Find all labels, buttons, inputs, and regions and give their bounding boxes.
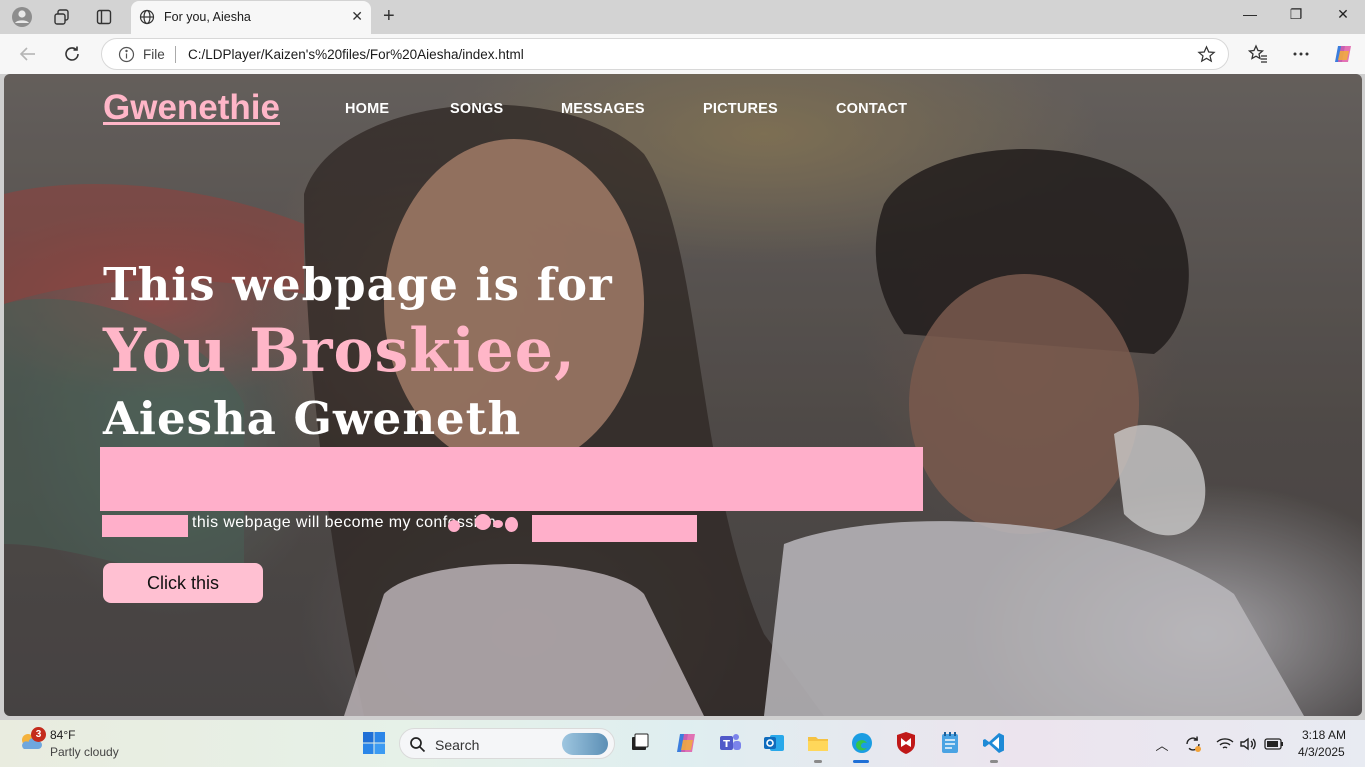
floating-heart-icon (505, 517, 518, 532)
nav-home[interactable]: HOME (345, 101, 389, 117)
mcafee-icon[interactable] (891, 728, 921, 758)
clock-time[interactable]: 3:18 AM (1302, 728, 1346, 742)
notepad-icon[interactable] (935, 728, 965, 758)
active-tab[interactable]: For you, Aiesha ✕ (131, 1, 371, 34)
task-view-icon[interactable] (625, 728, 655, 758)
running-indicator (990, 760, 998, 763)
copilot-icon[interactable] (1331, 43, 1355, 65)
globe-icon (139, 9, 155, 30)
back-icon[interactable] (17, 43, 39, 65)
address-scheme-label: File (143, 47, 165, 62)
active-app-indicator (853, 760, 869, 763)
workspaces-icon[interactable] (50, 6, 74, 28)
file-explorer-icon[interactable] (803, 728, 833, 758)
decorative-pink-banner (100, 447, 923, 511)
profile-icon[interactable] (10, 6, 34, 28)
search-highlight-image (562, 733, 608, 755)
address-bar[interactable]: File C:/LDPlayer/Kaizen's%20files/For%20… (101, 38, 1229, 70)
hero-heading-line2: You Broskiee, (103, 316, 576, 386)
click-this-button[interactable]: Click this (103, 563, 263, 603)
close-tab-icon[interactable]: ✕ (351, 8, 363, 25)
favorite-star-icon[interactable] (1197, 45, 1216, 69)
refresh-icon[interactable] (61, 43, 83, 65)
copilot-app-icon[interactable] (671, 728, 701, 758)
battery-icon[interactable] (1264, 734, 1284, 754)
outlook-icon[interactable] (759, 728, 789, 758)
minimize-button[interactable]: — (1238, 6, 1262, 28)
hero-heading-line1: This webpage is for (103, 258, 613, 311)
hero-heading-line3: Aiesha Gweneth (103, 392, 522, 445)
more-options-icon[interactable] (1289, 43, 1313, 65)
volume-icon[interactable] (1238, 734, 1258, 754)
page-viewport: Gwenethie HOME SONGS MESSAGES PICTURES C… (4, 74, 1362, 716)
search-icon (409, 736, 426, 758)
floating-heart-icon (475, 514, 491, 530)
weather-description[interactable]: Partly cloudy (50, 745, 119, 759)
close-window-button[interactable]: ✕ (1331, 6, 1355, 28)
sync-status-icon[interactable] (1183, 734, 1203, 754)
edge-icon[interactable] (847, 728, 877, 758)
decorative-pink-block-right (532, 515, 697, 542)
info-icon[interactable] (118, 46, 135, 68)
address-url[interactable]: C:/LDPlayer/Kaizen's%20files/For%20Aiesh… (188, 47, 524, 62)
weather-badge: 3 (31, 727, 46, 742)
nav-pictures[interactable]: PICTURES (703, 101, 778, 117)
start-icon[interactable] (359, 728, 389, 758)
nav-contact[interactable]: CONTACT (836, 101, 907, 117)
clock-date[interactable]: 4/3/2025 (1298, 745, 1345, 759)
favorites-icon[interactable] (1246, 43, 1270, 65)
wifi-icon[interactable] (1215, 734, 1235, 754)
vscode-icon[interactable] (979, 728, 1009, 758)
site-brand-logo[interactable]: Gwenethie (103, 88, 280, 128)
tab-actions-icon[interactable] (92, 6, 116, 28)
decorative-pink-block-left (102, 515, 188, 537)
browser-tab-bar: For you, Aiesha ✕ + — ❐ ✕ (0, 0, 1365, 34)
new-tab-button[interactable]: + (383, 5, 395, 28)
tab-title: For you, Aiesha (164, 10, 251, 24)
running-indicator (814, 760, 822, 763)
address-separator (175, 46, 176, 63)
weather-temperature[interactable]: 84°F (50, 728, 75, 742)
browser-toolbar: File C:/LDPlayer/Kaizen's%20files/For%20… (0, 34, 1365, 74)
teams-icon[interactable]: T (715, 728, 745, 758)
restore-button[interactable]: ❐ (1284, 6, 1308, 28)
floating-heart-icon (493, 520, 503, 528)
floating-heart-icon (448, 520, 460, 532)
nav-songs[interactable]: SONGS (450, 101, 503, 117)
show-hidden-icons-chevron-icon[interactable]: ︿ (1152, 734, 1172, 754)
taskbar-search[interactable]: Search (399, 728, 615, 759)
windows-taskbar: 3 84°F Partly cloudy Search T ︿ 3:18 AM … (0, 720, 1365, 767)
nav-messages[interactable]: MESSAGES (561, 101, 645, 117)
svg-text:T: T (723, 739, 730, 750)
search-placeholder: Search (435, 737, 480, 753)
